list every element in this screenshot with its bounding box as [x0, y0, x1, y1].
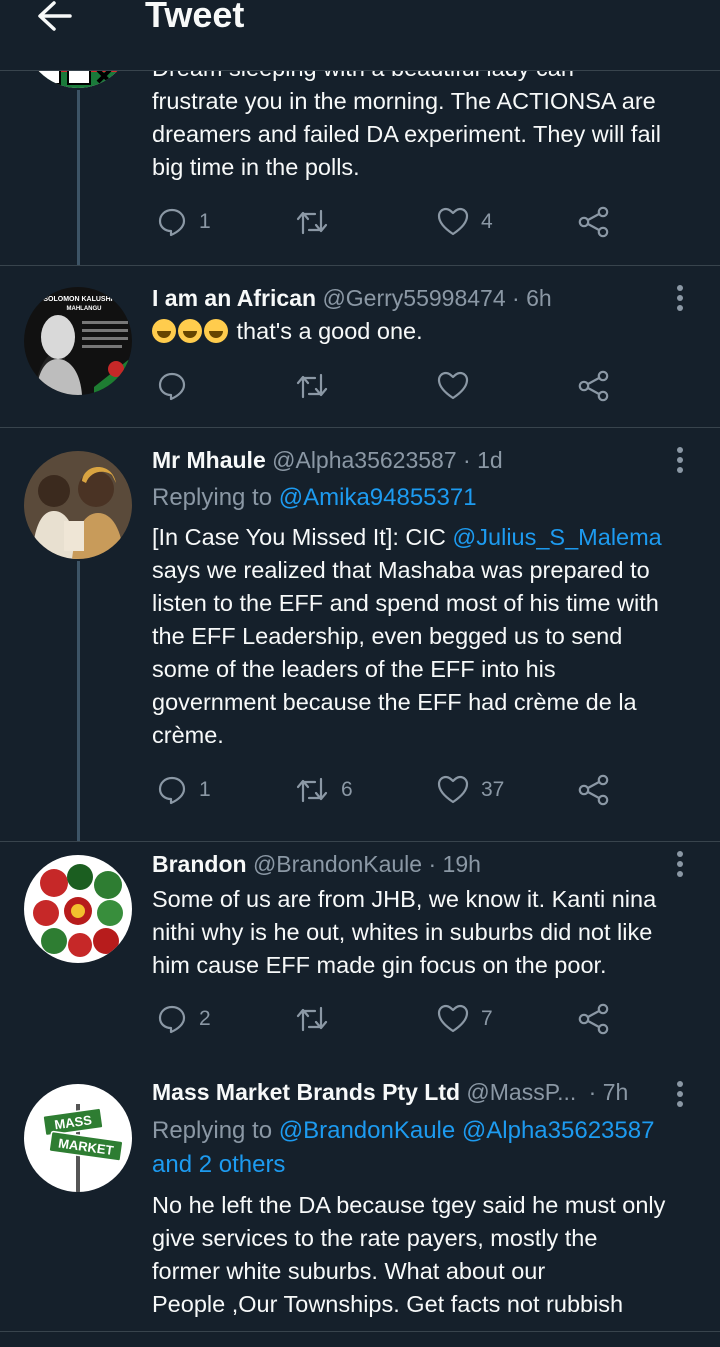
tweet-text: [In Case You Missed It]: CIC @Julius_S_M…	[152, 524, 662, 748]
retweet-icon	[296, 209, 328, 235]
top-bar: Tweet	[0, 0, 720, 71]
display-name[interactable]: Mr Mhaule	[152, 447, 266, 473]
reply-count: 1	[199, 210, 211, 233]
reply-icon	[158, 208, 186, 237]
avatar-caption: SOLOMON KALUSHI	[43, 296, 112, 303]
tweet-text: Dream sleeping with a beautiful lady can…	[152, 55, 661, 180]
reply-count: 1	[199, 778, 211, 801]
retweet-icon	[296, 1006, 328, 1032]
reply-icon	[158, 372, 186, 401]
tweet-header: I am an African @Gerry55998474 · 6h	[152, 285, 552, 312]
retweet-button[interactable]	[295, 999, 341, 1039]
tweet-text: No he left the DA because tgey said he m…	[152, 1192, 666, 1317]
more-options-icon[interactable]	[668, 445, 692, 475]
laughing-emoji-icon	[204, 319, 228, 343]
replying-to: Replying to @Amika94855371	[152, 484, 477, 511]
reply-button[interactable]	[157, 366, 199, 406]
share-button[interactable]	[578, 202, 610, 242]
avatar[interactable]: SOLOMON KALUSHI MAHLANGU	[24, 287, 132, 395]
timestamp[interactable]: · 7h	[589, 1079, 629, 1105]
avatar[interactable]: MASS MARKET	[24, 1084, 132, 1192]
like-count: 4	[481, 210, 493, 233]
retweet-button[interactable]	[295, 366, 341, 406]
avatar[interactable]	[24, 451, 132, 559]
laughing-emoji-icon	[178, 319, 202, 343]
thread-line	[77, 561, 80, 841]
reply-count: 2	[199, 1007, 211, 1030]
heart-icon	[437, 371, 469, 400]
like-button[interactable]: 37	[437, 770, 504, 810]
tweet-item[interactable]: Brandon @BrandonKaule · 19h Some of us a…	[0, 841, 720, 1069]
user-handle[interactable]: @Gerry55998474	[322, 285, 505, 311]
like-button[interactable]	[437, 366, 481, 406]
mention-link[interactable]: @BrandonKaule @Alpha35623587	[279, 1117, 655, 1144]
thread-line	[77, 90, 80, 265]
share-icon	[578, 774, 609, 806]
reply-icon	[158, 1005, 186, 1034]
tweet-text: Some of us are from JHB, we know it. Kan…	[152, 886, 657, 978]
share-icon	[578, 1003, 609, 1035]
retweet-button[interactable]: 6	[295, 770, 353, 810]
more-options-icon[interactable]	[668, 849, 692, 879]
tweet-item[interactable]: SOLOMON KALUSHI MAHLANGU I am an African…	[0, 265, 720, 428]
back-arrow-icon[interactable]	[34, 0, 78, 34]
mention-link[interactable]: @Julius_S_Malema	[452, 524, 661, 550]
share-button[interactable]	[578, 770, 610, 810]
share-button[interactable]	[578, 999, 610, 1039]
tweet-actions: 2 7	[152, 999, 622, 1039]
user-handle[interactable]: @Alpha35623587	[272, 447, 457, 473]
display-name[interactable]: I am an African	[152, 285, 316, 311]
like-button[interactable]: 7	[437, 999, 493, 1039]
display-name[interactable]: Brandon	[152, 851, 247, 877]
tweet-actions: 1 4	[152, 202, 622, 242]
reply-button[interactable]: 2	[157, 999, 211, 1039]
tweet-item[interactable]: Mr Mhaule @Alpha35623587 · 1d Replying t…	[0, 427, 720, 842]
more-options-icon[interactable]	[668, 283, 692, 313]
user-handle[interactable]: @BrandonKaule	[253, 851, 422, 877]
tweet-actions: 1 6 37	[152, 770, 622, 810]
tweet-item[interactable]: MASS MARKET Mass Market Brands Pty Ltd @…	[0, 1069, 720, 1332]
like-count: 37	[481, 778, 505, 801]
reply-button[interactable]: 1	[157, 202, 211, 242]
more-options-icon[interactable]	[668, 1079, 692, 1109]
replying-to: Replying to @BrandonKaule @Alpha35623587…	[152, 1117, 655, 1178]
share-icon	[578, 370, 609, 402]
like-count: 7	[481, 1007, 493, 1030]
page-title: Tweet	[145, 0, 245, 35]
retweet-count: 6	[341, 778, 353, 801]
others-link[interactable]: and 2 others	[152, 1151, 285, 1178]
like-button[interactable]: 4	[437, 202, 493, 242]
tweet-actions	[152, 366, 622, 406]
heart-icon	[437, 1004, 469, 1033]
share-icon	[578, 206, 609, 238]
avatar-caption: MAHLANGU	[67, 306, 102, 312]
reply-icon	[158, 776, 186, 805]
laughing-emoji-icon	[152, 319, 176, 343]
reply-button[interactable]: 1	[157, 770, 211, 810]
tweet-text: that's a good one.	[152, 315, 707, 348]
timestamp[interactable]: · 1d	[463, 447, 503, 473]
timestamp[interactable]: · 6h	[512, 285, 552, 311]
user-handle[interactable]: @MassP...	[466, 1079, 576, 1105]
retweet-button[interactable]	[295, 202, 341, 242]
heart-icon	[437, 775, 469, 804]
retweet-icon	[296, 777, 328, 803]
tweet-header: Brandon @BrandonKaule · 19h	[152, 851, 481, 878]
mention-link[interactable]: @Amika94855371	[279, 484, 477, 511]
tweet-header: Mr Mhaule @Alpha35623587 · 1d	[152, 447, 503, 474]
avatar[interactable]	[24, 855, 132, 963]
timestamp[interactable]: · 19h	[428, 851, 480, 877]
share-button[interactable]	[578, 366, 610, 406]
display-name[interactable]: Mass Market Brands Pty Ltd	[152, 1079, 460, 1105]
tweet-header: Mass Market Brands Pty Ltd @MassP... · 7…	[152, 1079, 628, 1106]
retweet-icon	[296, 373, 328, 399]
heart-icon	[437, 207, 469, 236]
